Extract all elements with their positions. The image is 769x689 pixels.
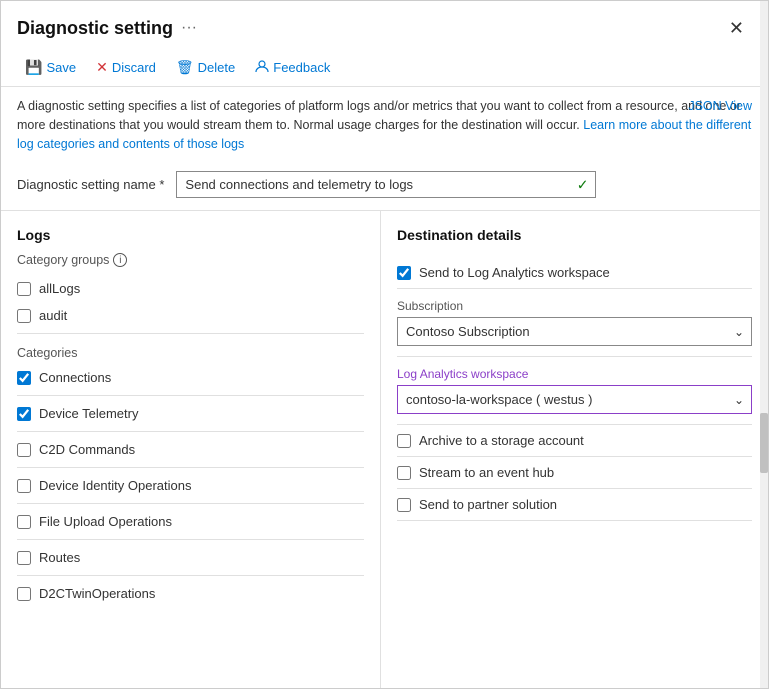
subscription-label: Subscription xyxy=(397,299,752,313)
divider-2 xyxy=(17,395,364,396)
feedback-label: Feedback xyxy=(273,60,330,75)
log-analytics-label: Send to Log Analytics workspace xyxy=(419,265,610,280)
category-groups-label: Category groups i xyxy=(17,253,364,267)
audit-checkbox[interactable] xyxy=(17,309,31,323)
c2d-commands-checkbox[interactable] xyxy=(17,443,31,457)
device-identity-checkbox[interactable] xyxy=(17,479,31,493)
setting-name-input[interactable] xyxy=(176,171,596,198)
file-upload-checkbox[interactable] xyxy=(17,515,31,529)
device-identity-item: Device Identity Operations xyxy=(17,472,364,499)
delete-icon: 🗑 xyxy=(176,59,194,76)
audit-item: audit xyxy=(17,302,364,329)
file-upload-item: File Upload Operations xyxy=(17,508,364,535)
archive-storage-checkbox[interactable] xyxy=(397,434,411,448)
partner-solution-checkbox[interactable] xyxy=(397,498,411,512)
event-hub-label: Stream to an event hub xyxy=(419,465,554,480)
event-hub-checkbox[interactable] xyxy=(397,466,411,480)
audit-label: audit xyxy=(39,308,67,323)
partner-solution-label: Send to partner solution xyxy=(419,497,557,512)
feedback-button[interactable]: Feedback xyxy=(247,55,338,80)
divider-1 xyxy=(17,333,364,334)
d2ctwin-item: D2CTwinOperations xyxy=(17,580,364,607)
categories-label: Categories xyxy=(17,346,364,360)
d2ctwin-label: D2CTwinOperations xyxy=(39,586,155,601)
info-text: A diagnostic setting specifies a list of… xyxy=(17,99,751,151)
allLogs-checkbox[interactable] xyxy=(17,282,31,296)
workspace-select-wrapper: contoso-la-workspace ( westus ) ⌄ xyxy=(397,385,752,414)
destination-panel: Destination details Send to Log Analytic… xyxy=(381,211,768,688)
destination-title: Destination details xyxy=(397,227,752,243)
partner-solution-row: Send to partner solution xyxy=(397,489,752,521)
category-groups-info-icon[interactable]: i xyxy=(113,253,127,267)
info-bar: A diagnostic setting specifies a list of… xyxy=(1,87,768,163)
divider-7 xyxy=(17,575,364,576)
d2ctwin-checkbox[interactable] xyxy=(17,587,31,601)
ellipsis: ··· xyxy=(181,19,197,37)
file-upload-label: File Upload Operations xyxy=(39,514,172,529)
event-hub-row: Stream to an event hub xyxy=(397,457,752,489)
close-button[interactable]: ✕ xyxy=(721,15,752,41)
scrollbar-track[interactable] xyxy=(760,211,768,688)
json-view-link[interactable]: JSON View xyxy=(688,97,752,116)
subscription-select[interactable]: Contoso Subscription xyxy=(397,317,752,346)
learn-more-link[interactable]: Learn more about the different log categ… xyxy=(17,118,751,151)
delete-label: Delete xyxy=(198,60,236,75)
setting-name-input-wrapper: ✓ xyxy=(176,171,596,198)
archive-storage-row: Archive to a storage account xyxy=(397,425,752,457)
routes-checkbox[interactable] xyxy=(17,551,31,565)
main-content: Logs Category groups i allLogs audit Cat… xyxy=(1,211,768,688)
save-button[interactable]: 💾 Save xyxy=(17,55,84,80)
discard-button[interactable]: ✕ Discard xyxy=(88,55,164,80)
log-analytics-checkbox[interactable] xyxy=(397,266,411,280)
check-icon: ✓ xyxy=(577,176,589,193)
divider-4 xyxy=(17,467,364,468)
device-telemetry-checkbox[interactable] xyxy=(17,407,31,421)
logs-title: Logs xyxy=(17,227,364,243)
connections-item: Connections xyxy=(17,364,364,391)
divider-6 xyxy=(17,539,364,540)
connections-label: Connections xyxy=(39,370,111,385)
divider-3 xyxy=(17,431,364,432)
routes-item: Routes xyxy=(17,544,364,571)
routes-label: Routes xyxy=(39,550,80,565)
dialog-title: Diagnostic setting xyxy=(17,18,173,39)
divider-5 xyxy=(17,503,364,504)
discard-icon: ✕ xyxy=(96,59,108,76)
subscription-select-wrapper: Contoso Subscription ⌄ xyxy=(397,317,752,346)
workspace-select[interactable]: contoso-la-workspace ( westus ) xyxy=(397,385,752,414)
scrollbar-thumb[interactable] xyxy=(760,413,768,473)
logs-panel: Logs Category groups i allLogs audit Cat… xyxy=(1,211,381,688)
log-analytics-row: Send to Log Analytics workspace xyxy=(397,257,752,289)
discard-label: Discard xyxy=(112,60,156,75)
allLogs-item: allLogs xyxy=(17,275,364,302)
delete-button[interactable]: 🗑 Delete xyxy=(168,55,243,80)
archive-storage-label: Archive to a storage account xyxy=(419,433,584,448)
device-telemetry-label: Device Telemetry xyxy=(39,406,138,421)
connections-checkbox[interactable] xyxy=(17,371,31,385)
allLogs-label: allLogs xyxy=(39,281,80,296)
workspace-section: Log Analytics workspace contoso-la-works… xyxy=(397,357,752,425)
device-identity-label: Device Identity Operations xyxy=(39,478,191,493)
title-bar: Diagnostic setting ··· ✕ xyxy=(1,1,768,49)
diagnostic-setting-dialog: Diagnostic setting ··· ✕ 💾 Save ✕ Discar… xyxy=(0,0,769,689)
device-telemetry-item: Device Telemetry xyxy=(17,400,364,427)
setting-name-label: Diagnostic setting name * xyxy=(17,177,164,192)
feedback-icon xyxy=(255,59,269,76)
save-icon: 💾 xyxy=(25,59,42,76)
c2d-commands-item: C2D Commands xyxy=(17,436,364,463)
workspace-label: Log Analytics workspace xyxy=(397,367,752,381)
subscription-section: Subscription Contoso Subscription ⌄ xyxy=(397,289,752,357)
setting-name-row: Diagnostic setting name * ✓ xyxy=(1,163,768,211)
toolbar: 💾 Save ✕ Discard 🗑 Delete Feedback xyxy=(1,49,768,87)
c2d-commands-label: C2D Commands xyxy=(39,442,135,457)
save-label: Save xyxy=(46,60,76,75)
